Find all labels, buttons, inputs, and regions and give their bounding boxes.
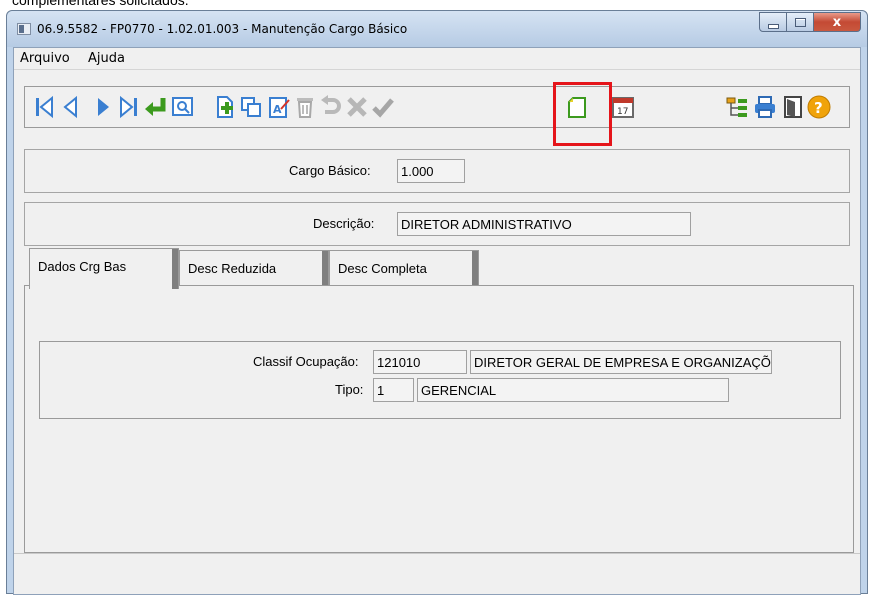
confirm-icon[interactable] (371, 95, 395, 119)
edit-icon[interactable]: A (267, 95, 291, 119)
tab-shadow (322, 251, 328, 286)
tipo-description-field: GERENCIAL (417, 378, 729, 402)
tipo-code-field[interactable]: 1 (373, 378, 414, 402)
menu-arquivo[interactable]: Arquivo (20, 51, 70, 66)
status-bar (14, 553, 860, 594)
client-area: Arquivo Ajuda A 17 ? Cargo Básico: 1.000… (13, 47, 861, 595)
menu-ajuda[interactable]: Ajuda (88, 51, 125, 66)
previous-record-icon[interactable] (59, 95, 83, 119)
maximize-icon (794, 17, 806, 27)
calendar-icon[interactable]: 17 (611, 95, 635, 119)
next-record-icon[interactable] (91, 95, 115, 119)
classif-ocupacao-code-field[interactable]: 121010 (373, 350, 467, 374)
app-icon[interactable] (17, 23, 31, 35)
maximize-button[interactable] (787, 12, 814, 32)
print-icon[interactable] (753, 95, 777, 119)
svg-text:17: 17 (617, 107, 628, 117)
svg-text:A: A (273, 103, 282, 116)
tab-desc-completa-label: Desc Completa (338, 261, 427, 276)
help-icon[interactable]: ? (807, 95, 831, 119)
tab-desc-reduzida-label: Desc Reduzida (188, 261, 277, 276)
descricao-field[interactable]: DIRETOR ADMINISTRATIVO (397, 212, 691, 236)
tab-shadow (472, 251, 478, 286)
add-icon[interactable] (213, 95, 237, 119)
exit-icon[interactable] (781, 95, 805, 119)
descricao-label: Descrição: (313, 216, 375, 231)
cargo-basico-field[interactable]: 1.000 (397, 159, 465, 183)
cancel-icon[interactable] (345, 95, 369, 119)
undo-icon[interactable] (319, 95, 343, 119)
menu-bar: Arquivo Ajuda (14, 48, 860, 70)
application-window: 06.9.5582 - FP0770 - 1.02.01.003 - Manut… (6, 10, 868, 595)
tab-desc-reduzida[interactable]: Desc Reduzida (179, 250, 329, 286)
first-record-icon[interactable] (32, 95, 56, 119)
minimize-button[interactable] (759, 12, 787, 32)
minimize-icon (767, 23, 779, 29)
document-caption: complementares solicitados. (12, 0, 189, 8)
window-title: 06.9.5582 - FP0770 - 1.02.01.003 - Manut… (37, 22, 408, 36)
tipo-label: Tipo: (335, 382, 364, 397)
close-button[interactable]: x (814, 12, 861, 32)
classif-ocupacao-label: Classif Ocupação: (253, 354, 359, 369)
window-controls: x (759, 12, 861, 32)
tab-content: Classif Ocupação: 121010 DIRETOR GERAL D… (24, 285, 854, 553)
classification-group: Classif Ocupação: 121010 DIRETOR GERAL D… (39, 341, 841, 419)
tab-dados-crg-bas-label: Dados Crg Bas (38, 259, 127, 274)
toolbar: A 17 ? (24, 86, 850, 128)
goto-icon[interactable] (143, 95, 167, 119)
tab-shadow (172, 249, 178, 289)
tree-icon[interactable] (725, 95, 749, 119)
title-bar[interactable]: 06.9.5582 - FP0770 - 1.02.01.003 - Manut… (7, 11, 867, 47)
last-record-icon[interactable] (117, 95, 141, 119)
tab-desc-completa[interactable]: Desc Completa (329, 250, 479, 286)
tab-dados-crg-bas[interactable]: Dados Crg Bas (29, 248, 179, 289)
classif-ocupacao-description-field: DIRETOR GERAL DE EMPRESA E ORGANIZAÇÕ (470, 350, 772, 374)
copy-icon[interactable] (239, 95, 263, 119)
delete-icon[interactable] (293, 95, 317, 119)
close-icon: x (832, 14, 842, 30)
svg-text:?: ? (814, 99, 823, 117)
descricao-panel: Descrição: DIRETOR ADMINISTRATIVO (24, 202, 850, 246)
cargo-basico-panel: Cargo Básico: 1.000 (24, 149, 850, 193)
highlight-annotation (553, 82, 612, 146)
search-icon[interactable] (171, 95, 195, 119)
cargo-basico-label: Cargo Básico: (289, 163, 371, 178)
